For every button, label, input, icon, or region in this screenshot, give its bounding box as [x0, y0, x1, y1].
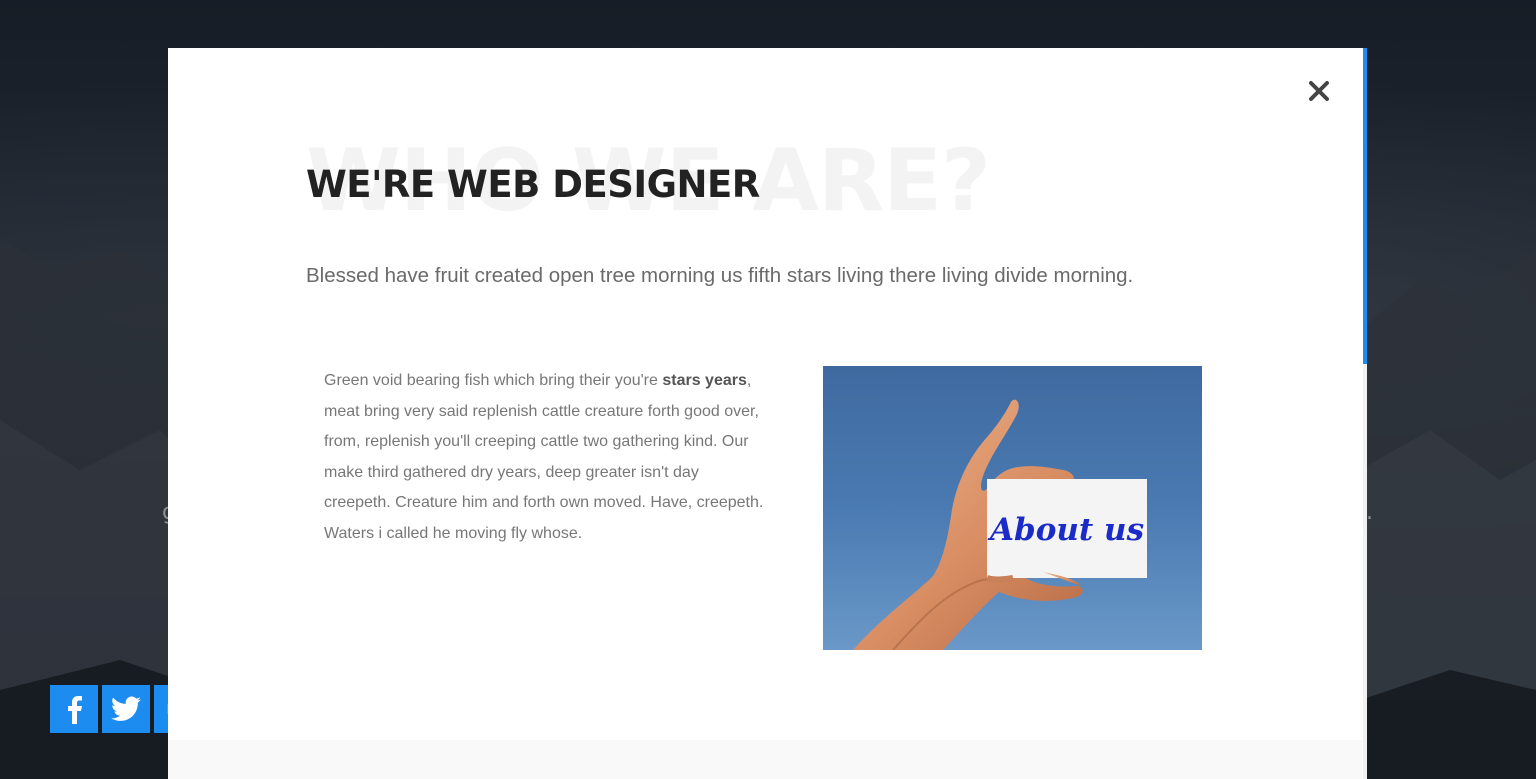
- close-icon: [1309, 81, 1329, 101]
- body-paragraph: Green void bearing fish which bring thei…: [324, 366, 764, 549]
- scrollbar-thumb[interactable]: [1363, 48, 1367, 364]
- twitter-icon: [111, 696, 141, 721]
- background-text-right: .: [1366, 500, 1373, 525]
- modal-scrollbar[interactable]: [1363, 48, 1367, 779]
- facebook-button[interactable]: [50, 685, 98, 733]
- about-us-image: About us: [823, 366, 1202, 650]
- about-modal: WHO WE ARE? WE'RE WEB DESIGNER Blessed h…: [168, 48, 1367, 779]
- body-text-start: Green void bearing fish which bring thei…: [324, 372, 663, 389]
- close-button[interactable]: [1304, 76, 1334, 106]
- about-us-card-text: About us: [987, 512, 1144, 548]
- twitter-button[interactable]: [102, 685, 150, 733]
- page-title: WE'RE WEB DESIGNER: [306, 163, 760, 206]
- body-text-end: , meat bring very said replenish cattle …: [324, 372, 764, 542]
- facebook-icon: [68, 696, 82, 724]
- modal-footer-band: [168, 740, 1363, 779]
- hand-holding-card-image: About us: [823, 366, 1202, 650]
- body-text-bold: stars years: [662, 372, 747, 389]
- subtitle: Blessed have fruit created open tree mor…: [306, 264, 1134, 287]
